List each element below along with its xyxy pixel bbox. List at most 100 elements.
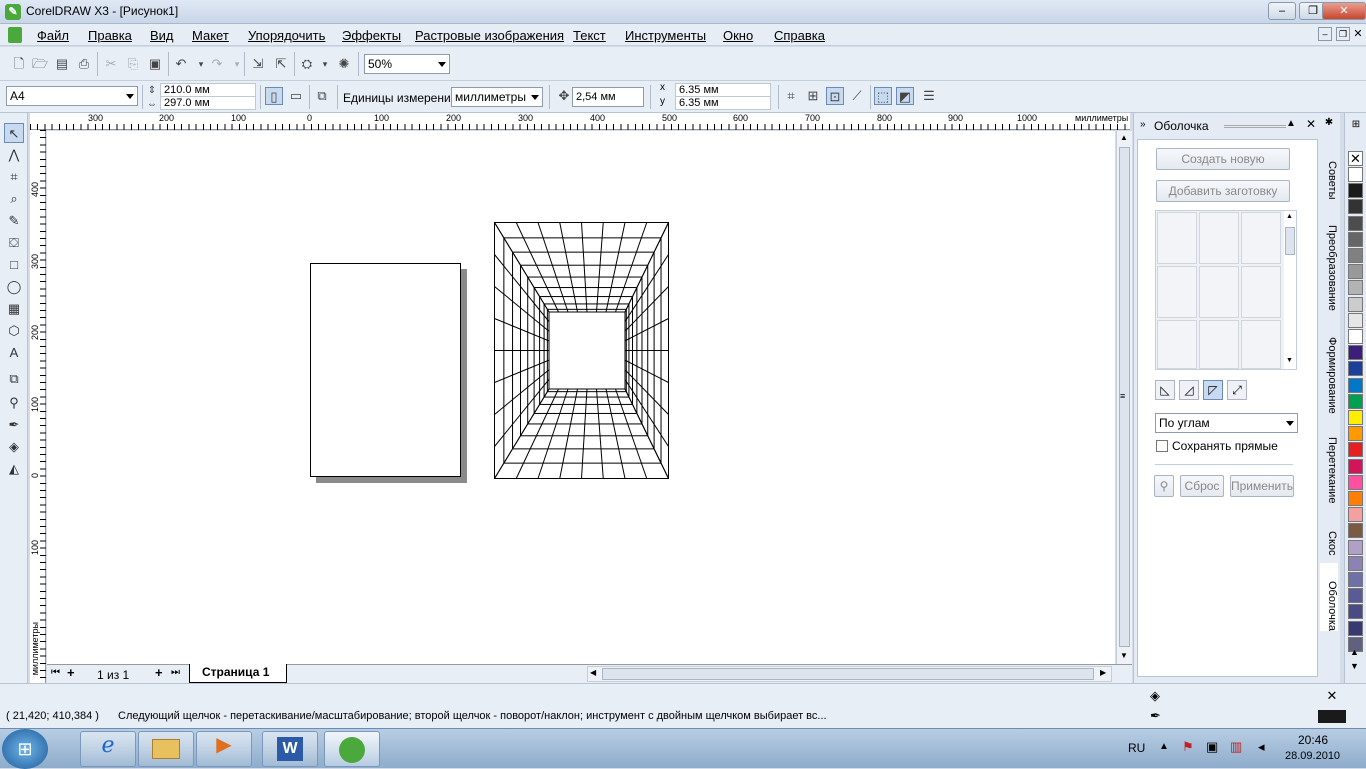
h-scroll-thumb[interactable] bbox=[602, 668, 1094, 680]
color-swatch[interactable] bbox=[1348, 231, 1363, 247]
landscape-icon[interactable]: ▭ bbox=[287, 87, 305, 105]
create-new-button[interactable]: Создать новую bbox=[1156, 148, 1290, 170]
text-tool-icon[interactable]: A bbox=[4, 343, 24, 363]
doc-minimize-button[interactable]: – bbox=[1318, 27, 1332, 41]
coreldraw-app-icon[interactable]: ✎ bbox=[5, 4, 21, 20]
page-size-dropdown[interactable]: A4 bbox=[6, 86, 138, 106]
vertical-ruler[interactable]: 400 300 200 100 0 100 миллиметры bbox=[30, 130, 46, 683]
corel-online-icon[interactable]: ✺ bbox=[335, 55, 353, 73]
docker-grip[interactable] bbox=[1224, 125, 1286, 128]
straight-line-mode-icon[interactable]: ◺ bbox=[1155, 380, 1175, 400]
smart-fill-tool-icon[interactable]: ⛋ bbox=[4, 233, 24, 253]
gallery-scrollbar[interactable]: ▲ ▼ bbox=[1284, 211, 1296, 369]
tab-blend[interactable]: Перетекание bbox=[1320, 419, 1338, 503]
add-page-after-icon[interactable]: + bbox=[155, 665, 163, 680]
shape-tool-icon[interactable]: ⋀ bbox=[4, 145, 24, 165]
language-indicator[interactable]: RU bbox=[1128, 741, 1145, 755]
preset-cell[interactable] bbox=[1157, 266, 1197, 318]
fill-tool-icon[interactable]: ◈ bbox=[4, 437, 24, 457]
clock-time[interactable]: 20:46 bbox=[1298, 733, 1328, 747]
menu-tools[interactable]: Инструменты bbox=[625, 28, 706, 43]
color-swatch[interactable] bbox=[1348, 442, 1363, 458]
units-dropdown[interactable]: миллиметры bbox=[451, 87, 543, 107]
cut-icon[interactable]: ✂ bbox=[102, 55, 120, 73]
duplicate-distance-x-field[interactable]: 6.35 мм bbox=[675, 83, 771, 97]
docker-minimize-icon[interactable]: ▲ bbox=[1286, 118, 1296, 129]
all-pages-icon[interactable]: ⧉ bbox=[313, 87, 331, 105]
menu-edit[interactable]: Правка bbox=[88, 28, 132, 43]
doc-restore-button[interactable]: ❐ bbox=[1336, 27, 1350, 41]
minimize-button[interactable]: – bbox=[1268, 2, 1296, 20]
preset-cell[interactable] bbox=[1241, 320, 1281, 369]
color-swatch[interactable] bbox=[1348, 215, 1363, 231]
close-button[interactable]: ✕ bbox=[1322, 2, 1366, 20]
copy-icon[interactable]: ⎘ bbox=[124, 55, 142, 73]
docker-collapse-icon[interactable]: » bbox=[1140, 119, 1146, 130]
zoom-tool-icon[interactable]: ⌕ bbox=[4, 189, 24, 209]
start-button[interactable]: ⊞ bbox=[2, 729, 48, 769]
export-icon[interactable]: ⇱ bbox=[272, 55, 290, 73]
color-swatch[interactable] bbox=[1348, 491, 1363, 506]
snap-objects-icon[interactable]: ⊡ bbox=[826, 87, 844, 105]
no-color-swatch[interactable]: ✕ bbox=[1348, 151, 1363, 166]
color-swatch[interactable] bbox=[1348, 199, 1363, 215]
preset-cell[interactable] bbox=[1157, 320, 1197, 369]
color-swatch[interactable] bbox=[1348, 555, 1363, 571]
scroll-up-icon[interactable]: ▲ bbox=[1286, 213, 1293, 220]
tab-hints[interactable]: Советы bbox=[1320, 143, 1338, 199]
save-icon[interactable]: ▤ bbox=[53, 55, 71, 73]
color-swatch[interactable] bbox=[1348, 183, 1363, 199]
zoom-level-dropdown[interactable]: 50% bbox=[364, 54, 450, 74]
preset-cell[interactable] bbox=[1157, 212, 1197, 264]
interactive-blend-tool-icon[interactable]: ⧉ bbox=[4, 369, 24, 389]
portrait-icon[interactable]: ▯ bbox=[265, 87, 283, 105]
scroll-right-icon[interactable]: ▶ bbox=[1100, 668, 1106, 677]
preset-cell[interactable] bbox=[1241, 266, 1281, 318]
page-height-field[interactable]: 297.0 мм bbox=[160, 96, 256, 110]
page-width-field[interactable]: 210.0 мм bbox=[160, 83, 256, 97]
color-swatch[interactable] bbox=[1348, 588, 1363, 604]
pick-tool-icon[interactable]: ↖ bbox=[4, 123, 24, 143]
color-swatch[interactable] bbox=[1348, 539, 1363, 555]
crop-tool-icon[interactable]: ⌗ bbox=[4, 167, 24, 187]
menu-help[interactable]: Справка bbox=[774, 28, 825, 43]
horizontal-scrollbar[interactable]: ◀ ▶ bbox=[587, 666, 1112, 682]
pin-icon[interactable]: ✱ bbox=[1320, 117, 1338, 129]
document-icon[interactable] bbox=[8, 27, 22, 43]
envelope-grid-object[interactable] bbox=[494, 222, 669, 479]
color-swatch[interactable] bbox=[1348, 393, 1363, 409]
basic-shapes-tool-icon[interactable]: ⬡ bbox=[4, 321, 24, 341]
scroll-up-icon[interactable]: ▲ bbox=[1120, 133, 1128, 142]
color-swatch[interactable] bbox=[1348, 296, 1363, 312]
outline-indicator-icon[interactable]: ✒ bbox=[1150, 708, 1161, 724]
add-preset-button[interactable]: Добавить заготовку bbox=[1156, 180, 1290, 202]
tray-expand-icon[interactable]: ▲ bbox=[1159, 741, 1169, 752]
dynamic-guides-icon[interactable]: ⟋ bbox=[848, 87, 866, 105]
freehand-tool-icon[interactable]: ✎ bbox=[4, 211, 24, 231]
menu-window[interactable]: Окно bbox=[723, 28, 753, 43]
single-arc-mode-icon[interactable]: ◿ bbox=[1179, 380, 1199, 400]
scroll-left-icon[interactable]: ◀ bbox=[590, 668, 596, 677]
palette-scroll-down-icon[interactable]: ▼ bbox=[1350, 661, 1359, 671]
tab-shaping[interactable]: Формирование bbox=[1320, 319, 1338, 414]
draw-bounding-box-icon[interactable]: ◩ bbox=[896, 87, 914, 105]
add-page-before-icon[interactable]: + bbox=[67, 665, 75, 680]
tray-volume-icon[interactable]: ◂ bbox=[1258, 739, 1265, 755]
application-launcher-icon[interactable]: ⛭ bbox=[298, 55, 316, 73]
preset-gallery[interactable]: ▲ ▼ bbox=[1155, 210, 1297, 370]
paste-icon[interactable]: ▣ bbox=[146, 55, 164, 73]
menu-layout[interactable]: Макет bbox=[192, 28, 229, 43]
interactive-fill-tool-icon[interactable]: ◭ bbox=[4, 459, 24, 479]
treat-as-filled-icon[interactable]: ⬚ bbox=[874, 87, 892, 105]
doc-close-button[interactable]: ✕ bbox=[1352, 27, 1364, 41]
palette-menu-icon[interactable]: ⊞ bbox=[1349, 119, 1363, 133]
outline-color-swatch[interactable] bbox=[1318, 710, 1346, 723]
reset-button[interactable]: Сброс bbox=[1180, 475, 1224, 497]
color-swatch[interactable] bbox=[1348, 458, 1363, 474]
first-page-icon[interactable]: ⏮ bbox=[51, 667, 60, 678]
snap-grid-icon[interactable]: ⌗ bbox=[782, 87, 800, 105]
import-icon[interactable]: ⇲ bbox=[249, 55, 267, 73]
tray-network-icon[interactable]: ▥ bbox=[1230, 739, 1242, 755]
color-swatch[interactable] bbox=[1348, 410, 1363, 425]
tray-device-icon[interactable]: ▣ bbox=[1206, 739, 1218, 755]
